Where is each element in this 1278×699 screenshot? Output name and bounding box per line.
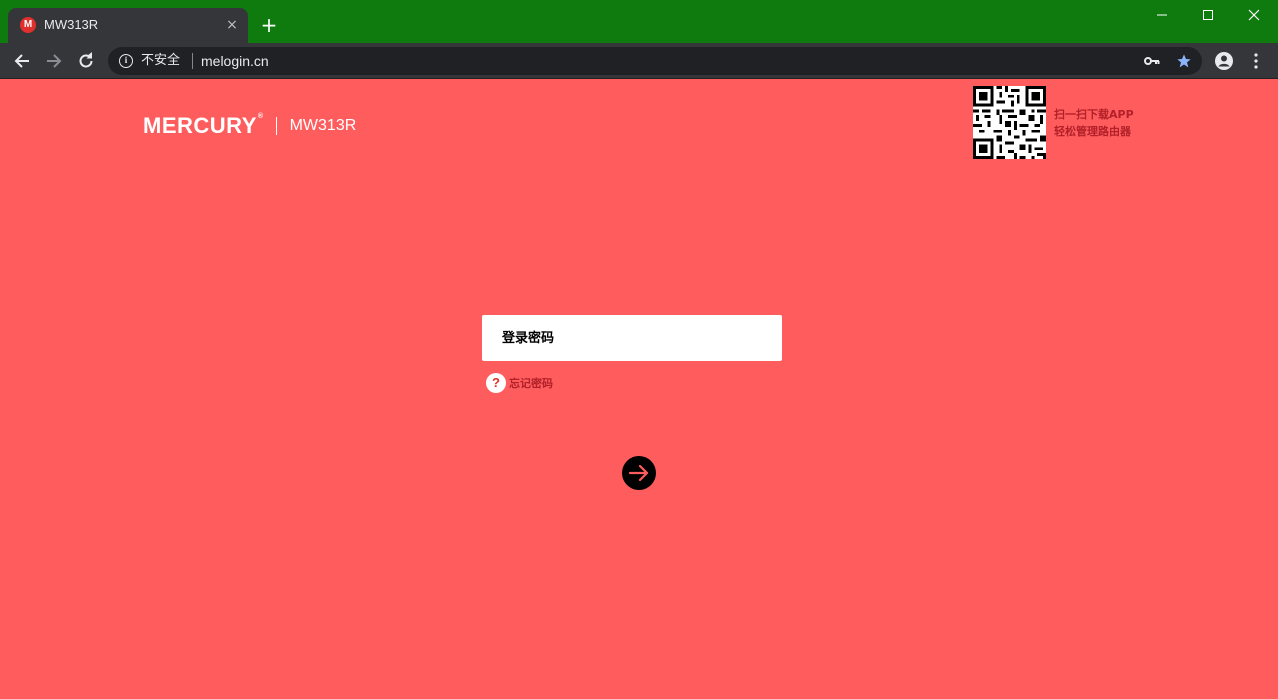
brand-header: MERCURY® MW313R (143, 113, 357, 139)
account-icon (1215, 52, 1233, 70)
close-icon (1248, 9, 1260, 21)
brand-name: MERCURY (143, 113, 257, 138)
arrow-right-icon (47, 54, 62, 68)
close-window-button[interactable] (1231, 0, 1277, 30)
browser-tab[interactable]: M MW313R × (8, 8, 248, 43)
forgot-password-link[interactable]: ? 忘记密码 (486, 373, 553, 393)
arrow-right-icon (628, 464, 649, 482)
minimize-icon (1157, 14, 1167, 16)
reload-icon (79, 52, 93, 68)
menu-button[interactable] (1244, 49, 1268, 73)
app-promo-line1: 扫一扫下载APP (1054, 108, 1134, 121)
key-icon[interactable] (1144, 53, 1160, 69)
forward-button[interactable] (42, 49, 66, 73)
back-button[interactable] (10, 49, 34, 73)
login-submit-button[interactable] (622, 456, 656, 490)
security-label[interactable]: 不安全 (141, 53, 180, 69)
question-icon[interactable]: ? (486, 373, 506, 393)
browser-titlebar: M MW313R × + (0, 0, 1278, 43)
browser-toolbar: i 不安全 melogin.cn (0, 43, 1278, 79)
new-tab-button[interactable]: + (258, 14, 280, 36)
star-icon[interactable] (1176, 53, 1192, 69)
more-vert-icon (1254, 53, 1258, 69)
info-icon[interactable]: i (119, 54, 133, 68)
omnibox-divider (192, 53, 193, 69)
forgot-password-label[interactable]: 忘记密码 (509, 375, 553, 391)
brand-logo: MERCURY® (143, 113, 264, 139)
tab-close-icon[interactable]: × (224, 17, 240, 33)
address-bar[interactable]: i 不安全 melogin.cn (108, 47, 1202, 75)
maximize-icon (1203, 10, 1213, 20)
maximize-button[interactable] (1185, 0, 1231, 30)
minimize-button[interactable] (1139, 0, 1185, 30)
reload-button[interactable] (74, 49, 98, 73)
qr-code-image (973, 86, 1046, 159)
password-input[interactable] (482, 315, 782, 361)
password-field[interactable] (482, 315, 782, 361)
model-name: MW313R (289, 117, 357, 134)
arrow-left-icon (14, 54, 29, 68)
app-promo-text: 扫一扫下载APP 轻松管理路由器 (1054, 106, 1134, 140)
tab-title: MW313R (44, 17, 99, 32)
registered-mark: ® (257, 113, 264, 120)
url-text[interactable]: melogin.cn (201, 53, 269, 69)
profile-button[interactable] (1212, 49, 1236, 73)
brand-divider (275, 117, 277, 135)
app-promo-line2: 轻松管理路由器 (1054, 125, 1131, 138)
mercury-favicon-icon: M (20, 17, 36, 33)
